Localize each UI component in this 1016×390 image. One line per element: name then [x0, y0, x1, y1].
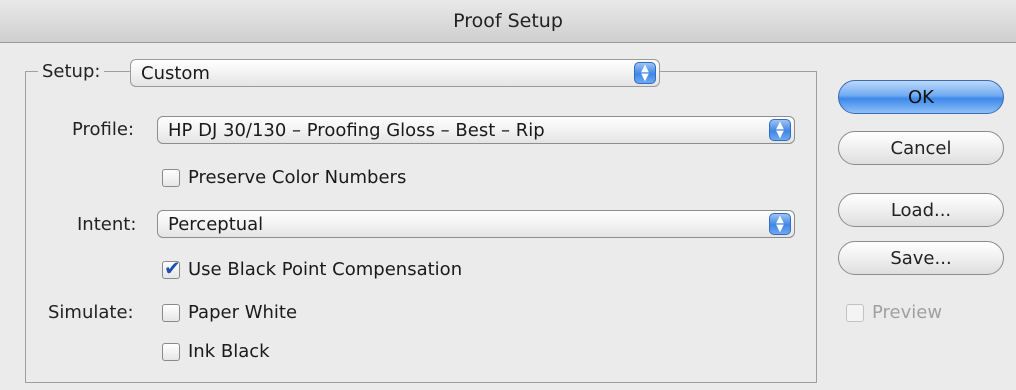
simulate-label: Simulate:: [48, 302, 134, 323]
preserve-color-numbers-checkbox[interactable]: Preserve Color Numbers: [162, 167, 406, 188]
setup-label: Setup:: [38, 61, 105, 82]
cancel-button[interactable]: Cancel: [838, 131, 1004, 165]
load-button[interactable]: Load...: [838, 193, 1004, 227]
window-title: Proof Setup: [0, 0, 1016, 43]
preview-label: Preview: [872, 302, 943, 323]
proof-setup-dialog: Proof Setup Setup: Custom ▲ ▼ Profile: HP…: [0, 0, 1016, 390]
checkbox-icon: [162, 303, 180, 322]
profile-label: Profile:: [72, 119, 135, 140]
select-arrows-icon: ▲ ▼: [769, 213, 791, 235]
setup-select-value: Custom: [141, 62, 210, 84]
intent-select-value: Perceptual: [168, 213, 264, 235]
paper-white-label: Paper White: [188, 302, 298, 323]
preserve-color-numbers-label: Preserve Color Numbers: [188, 167, 407, 188]
select-arrows-icon: ▲ ▼: [769, 119, 791, 141]
intent-select[interactable]: Perceptual ▲ ▼: [157, 210, 795, 238]
ok-button[interactable]: OK: [838, 80, 1004, 114]
checkbox-icon: [846, 303, 864, 322]
profile-select[interactable]: HP DJ 30/130 – Proofing Gloss – Best – R…: [157, 116, 795, 144]
paper-white-checkbox[interactable]: Paper White: [162, 302, 297, 323]
black-point-compensation-checkbox[interactable]: Use Black Point Compensation: [162, 256, 463, 280]
preview-checkbox[interactable]: Preview: [846, 302, 942, 323]
intent-label: Intent:: [77, 214, 137, 235]
ink-black-label: Ink Black: [188, 341, 270, 362]
checkbox-icon: [162, 168, 180, 187]
checkbox-icon: [162, 342, 180, 361]
select-arrows-icon: ▲ ▼: [634, 62, 656, 84]
profile-select-value: HP DJ 30/130 – Proofing Gloss – Best – R…: [168, 119, 545, 141]
ink-black-checkbox[interactable]: Ink Black: [162, 341, 270, 362]
save-button[interactable]: Save...: [838, 241, 1004, 275]
setup-select[interactable]: Custom ▲ ▼: [130, 59, 660, 87]
black-point-compensation-label: Use Black Point Compensation: [188, 259, 463, 280]
checkbox-checked-icon: [162, 256, 181, 280]
